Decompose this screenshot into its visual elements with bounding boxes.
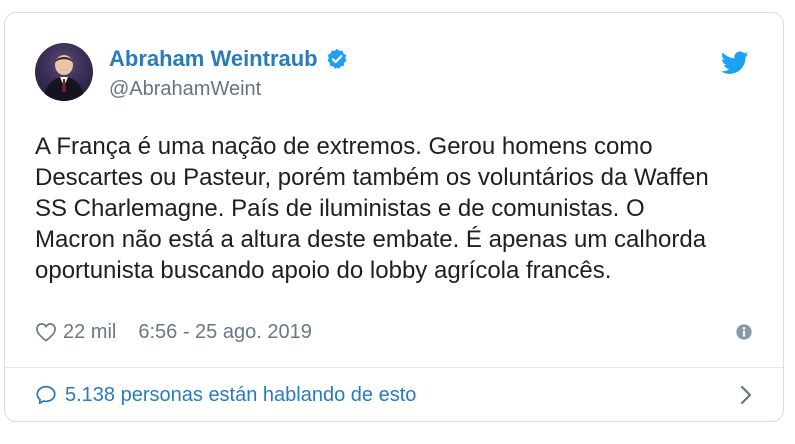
heart-icon[interactable] <box>35 322 57 342</box>
tweet-text: A França é uma nação de extremos. Gerou … <box>35 133 709 284</box>
conversation-link[interactable]: 5.138 personas están hablando de esto <box>35 375 753 415</box>
chevron-right-icon[interactable] <box>739 385 753 405</box>
conversation-count-text[interactable]: 5.138 personas están hablando de esto <box>65 384 416 407</box>
speech-bubble-icon <box>36 385 56 405</box>
author-handle[interactable]: @AbrahamWeint <box>109 75 348 103</box>
twitter-bird-icon[interactable] <box>721 51 749 75</box>
author-display-name[interactable]: Abraham Weintraub <box>109 45 318 73</box>
info-icon[interactable] <box>735 323 753 341</box>
tweet-header: Abraham Weintraub @AbrahamWeint <box>35 43 753 113</box>
verified-badge-icon <box>327 48 347 69</box>
tweet-meta: 22 mil 6:56 - 25 ago. 2019 <box>35 317 753 347</box>
author-block: Abraham Weintraub @AbrahamWeint <box>109 45 348 103</box>
author-name-row[interactable]: Abraham Weintraub <box>109 45 348 73</box>
avatar[interactable] <box>35 43 93 101</box>
like-count[interactable]: 22 mil <box>63 321 116 344</box>
tweet-card[interactable]: Abraham Weintraub @AbrahamWeint A França… <box>4 12 784 422</box>
avatar-portrait <box>43 55 85 101</box>
divider <box>5 367 783 368</box>
tweet-timestamp[interactable]: 6:56 - 25 ago. 2019 <box>138 321 311 344</box>
